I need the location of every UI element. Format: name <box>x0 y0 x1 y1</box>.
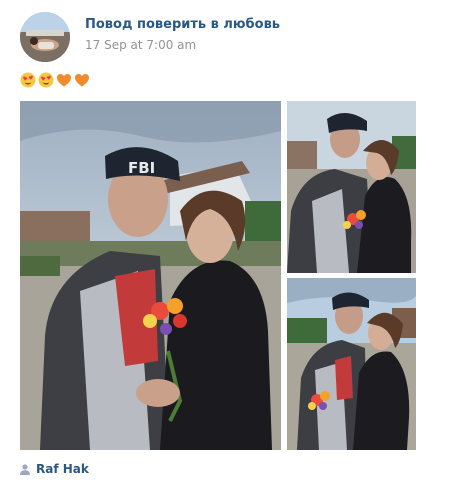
wall-post: Повод поверить в любовь 17 Sep at 7:00 a… <box>0 0 460 484</box>
photo-image: FBI <box>20 101 281 450</box>
photo-image <box>287 278 416 450</box>
user-icon <box>20 463 30 475</box>
avatar-image <box>20 12 70 62</box>
emoji-row <box>20 72 90 90</box>
signer-name: Raf Hak <box>36 462 89 476</box>
couple-photo-hug[interactable] <box>287 101 416 273</box>
photo-image <box>287 101 416 273</box>
couple-photo-main[interactable]: FBI <box>20 101 281 450</box>
community-name-link[interactable]: Повод поверить в любовь <box>85 17 280 32</box>
heart-eyes-emoji <box>20 72 36 88</box>
community-avatar[interactable] <box>20 12 70 62</box>
orange-heart-emoji <box>57 74 71 87</box>
post-signer[interactable]: Raf Hak <box>20 461 89 477</box>
heart-eyes-emoji <box>38 72 54 88</box>
orange-heart-emoji <box>75 74 89 87</box>
cap-logo: FBI <box>128 159 155 177</box>
post-timestamp[interactable]: 17 Sep at 7:00 am <box>85 38 196 52</box>
couple-photo-kiss[interactable] <box>287 278 416 450</box>
